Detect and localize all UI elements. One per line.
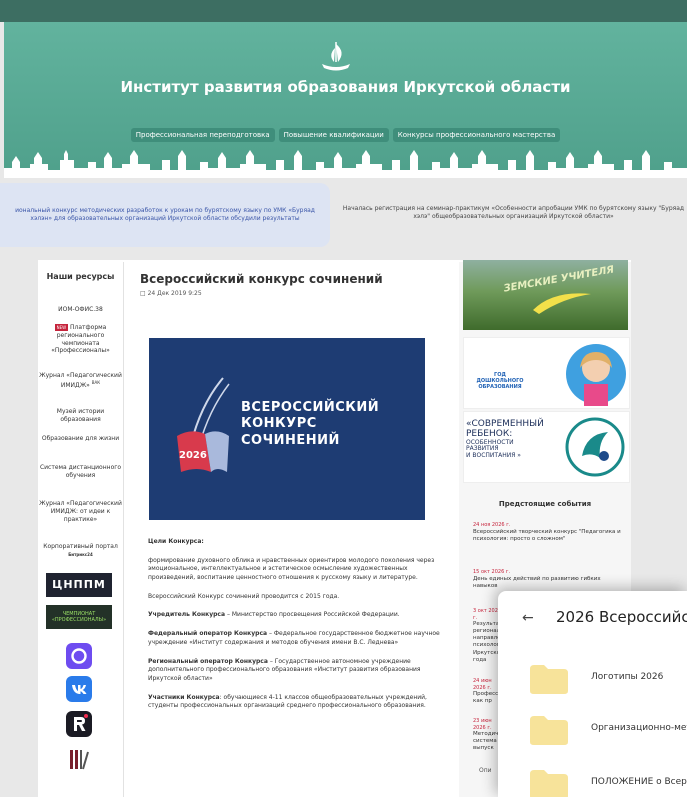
preschool-label: ГОД ДОШКОЛЬНОГО ОБРАЗОВАНИЯ [476,372,524,390]
article-content: Цели Конкурса: формирование духовного об… [148,538,440,721]
bitrix-logo: Битрикс24 [68,551,93,557]
sidebar-item-distance-learning[interactable]: Система дистанционного обучения [38,464,123,480]
max-messenger-icon[interactable] [66,643,92,669]
sidebar-item-journal[interactable]: Журнал «Педагогический ИМИДЖ» ВАК [38,372,123,390]
sidebar-item-journal-label: Журнал «Педагогический ИМИДЖ» [39,372,122,389]
top-bar [0,0,687,22]
sidebar-item-corporate-portal[interactable]: Корпоративный портал Битрикс24 [38,543,123,559]
event-text: Всероссийский творческий конкурс "Педаго… [473,528,621,542]
folder-icon [530,665,568,694]
since-text: Всероссийский Конкурс сочинений проводит… [148,592,340,600]
vk-icon[interactable] [66,676,92,702]
popup-title: 2026 Всероссийский конкурс сочинений [556,608,687,626]
calendar-icon: □ [140,290,146,297]
event-text: День единых действий по развитию гибких … [473,575,601,589]
folder-row[interactable]: Организационно-методические материалы [498,708,687,748]
quill-emblem-icon [177,377,230,472]
preschool-year-banner[interactable]: ГОД ДОШКОЛЬНОГО ОБРАЗОВАНИЯ [463,337,630,409]
event-item[interactable]: 15 окт 2026 г. День единых действий по р… [473,569,623,590]
contest-banner-image[interactable]: 2026 ВСЕРОССИЙСКИЙ КОНКУРС СОЧИНЕНИЙ [149,338,425,520]
folder-name: ПОЛОЖЕНИЕ о Всероссийском конкурсе сочин… [591,777,687,787]
banner-line-2: КОНКУРС [241,416,317,432]
modern-child-line-5: И ВОСПИТАНИЯ » [466,451,521,459]
modern-child-emblem-icon [565,417,625,477]
sidebar-item-museum[interactable]: Музей истории образования [38,408,123,424]
resources-sidebar: Наши ресурсы ИОМ-ОФИС.38 NEW Платформа р… [38,262,124,797]
federal-paragraph: Федеральный оператор Конкурса – Федераль… [148,630,440,647]
goals-text: формирование духовного облика и нравстве… [148,556,435,582]
new-badge: NEW [54,324,69,332]
folder-row[interactable]: ПОЛОЖЕНИЕ о Всероссийском конкурсе сочин… [498,762,687,797]
events-footer-link[interactable]: Опи [479,767,492,774]
nav-contests[interactable]: Конкурсы профессионального мастерства [392,128,561,142]
rutube-icon[interactable] [66,711,92,737]
folder-icon [530,770,568,797]
nav-qualification[interactable]: Повышение квалификации [278,128,389,142]
site-title[interactable]: Институт развития образования Иркутской … [4,78,687,96]
folder-icon [530,716,568,745]
participants-paragraph: Участники Конкурса: обучающиеся 4-11 кла… [148,694,440,711]
popup-header: ← 2026 Всероссийский конкурс сочинений [498,591,687,643]
vak-badge: ВАК [91,379,101,385]
institute-logo-icon[interactable] [318,40,354,74]
modern-child-banner[interactable]: «СОВРЕМЕННЫЙ РЕБЕНОК: ОСОБЕННОСТИ РАЗВИТ… [463,411,630,483]
sidebar-item-iom-office[interactable]: ИОМ-ОФИС.38 [38,306,123,314]
news-ticker-left[interactable]: иональный конкурс методических разработо… [0,183,330,247]
news-ticker-right[interactable]: Началась регистрация на семинар-практику… [340,205,687,221]
founder-label: Учредитель Конкурса [148,611,226,619]
banner-line-1: ВСЕРОССИЙСКИЙ [241,400,380,415]
cppm-button[interactable]: ЦНППМ [46,573,112,597]
folder-row[interactable]: Логотипы 2026 [498,657,687,697]
article-date: □ 24 Дек 2019 9:25 [140,290,202,297]
regional-paragraph: Региональный оператор Конкурса – Государ… [148,658,440,684]
city-skyline-decoration [4,150,687,178]
banner-title: ВСЕРОССИЙСКИЙ КОНКУРС СОЧИНЕНИЙ [241,400,379,449]
championship-button[interactable]: ЧЕМПИОНАТ «ПРОФЕССИОНАЛЫ» [46,605,112,629]
folder-name: Логотипы 2026 [591,672,664,682]
article: Всероссийский конкурс сочинений □ 24 Дек… [124,262,458,797]
regional-label: Региональный оператор Конкурса [148,657,268,665]
back-arrow-icon[interactable]: ← [522,610,534,626]
events-title: Предстоящие события [498,500,592,508]
event-item[interactable]: 24 ноя 2026 г. Всероссийский творческий … [473,522,623,543]
banner-line-3: СОЧИНЕНИЙ [241,432,340,448]
sidebar-item-corporate-label: Корпоративный портал [43,543,118,550]
founder-paragraph: Учредитель Конкурса – Министерство просв… [148,611,440,620]
folder-popup: ← 2026 Всероссийский конкурс сочинений Л… [498,591,687,797]
sidebar-title: Наши ресурсы [46,272,115,281]
sidebar-item-education-life[interactable]: Образование для жизни [38,435,123,443]
folder-name: Организационно-методические материалы [591,723,687,733]
sidebar-item-journal-practice[interactable]: Журнал «Педагогический ИМИДЖ: от идеи к … [38,500,123,523]
modern-child-text: «СОВРЕМЕННЫЙ РЕБЕНОК: ОСОБЕННОСТИ РАЗВИТ… [466,419,544,460]
goals-heading: Цели Конкурса: [148,538,204,545]
participants-label: Участники Конкурса [148,693,220,701]
article-title[interactable]: Всероссийский конкурс сочинений [140,272,383,286]
founder-text: – Министерство просвещения Российской Фе… [225,611,400,619]
sidebar-item-platform[interactable]: NEW Платформа регионального чемпионата «… [38,324,123,355]
zemskie-uchitelya-banner[interactable]: ЗЕМСКИЕ УЧИТЕЛЯ [463,260,628,330]
organization-logo-icon[interactable] [66,746,92,772]
header-nav: Профессиональная переподготовка Повышени… [4,128,687,142]
nav-retraining[interactable]: Профессиональная переподготовка [130,128,275,142]
article-date-text: 24 Дек 2019 9:25 [147,290,202,297]
banner-year: 2026 [179,450,207,461]
federal-label: Федеральный оператор Конкурса [148,630,268,638]
